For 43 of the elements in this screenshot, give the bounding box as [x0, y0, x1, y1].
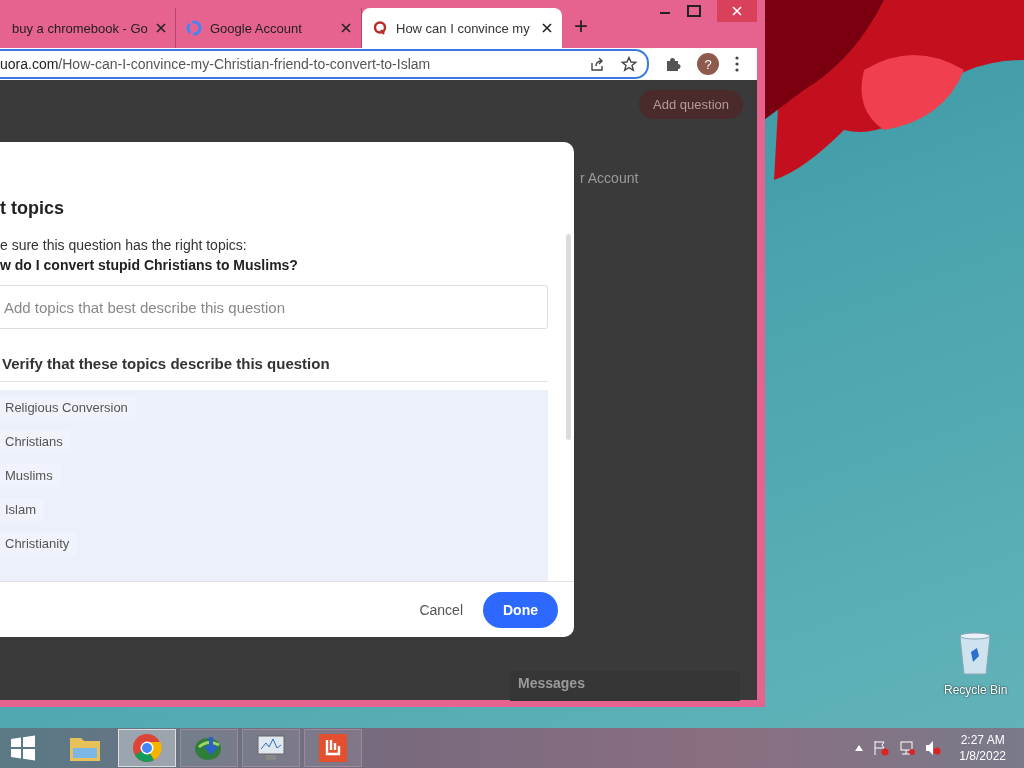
dialog-prompt: e sure this question has the right topics:	[0, 237, 248, 253]
puzzle-icon[interactable]	[665, 56, 681, 72]
maximize-icon[interactable]	[687, 5, 701, 17]
add-question-button[interactable]: Add question	[639, 90, 743, 119]
topic-chip[interactable]: Islam	[0, 498, 45, 521]
scrollbar[interactable]	[566, 234, 571, 440]
recycle-bin-icon[interactable]	[957, 632, 993, 676]
menu-icon[interactable]	[735, 56, 739, 72]
topic-input-field[interactable]: Add topics that best describe this question	[0, 285, 548, 329]
close-icon[interactable]	[542, 23, 552, 33]
close-icon	[732, 6, 742, 16]
clock-date[interactable]: 1/8/2022	[959, 748, 1006, 764]
done-button[interactable]: Done	[483, 591, 558, 628]
taskbar-app[interactable]	[180, 729, 238, 767]
quora-icon	[372, 20, 388, 36]
section-heading: Verify that these topics describe this question	[0, 329, 548, 382]
document-app-icon	[319, 734, 347, 762]
share-icon[interactable]	[589, 56, 605, 72]
topic-chip[interactable]: Religious Conversion	[0, 396, 136, 419]
clock-time[interactable]: 2:27 AM	[960, 732, 1005, 748]
windows-start-icon[interactable]	[10, 735, 36, 761]
new-tab-button[interactable]: +	[574, 12, 588, 40]
taskbar-app[interactable]	[242, 729, 300, 767]
question-text: w do I convert stupid Christians to Muslims?	[0, 257, 299, 273]
profile-avatar[interactable]: ?	[697, 53, 719, 75]
browser-tab[interactable]: How can I convince my	[362, 8, 562, 48]
star-icon[interactable]	[621, 56, 637, 72]
monitor-icon	[256, 734, 286, 762]
flag-icon[interactable]	[873, 740, 890, 756]
caret-up-icon[interactable]	[855, 745, 864, 751]
topic-chip[interactable]: Muslims	[0, 464, 61, 487]
chrome-icon	[132, 733, 162, 763]
topic-chip[interactable]: Christianity	[0, 532, 78, 555]
dialog-title: t topics	[0, 198, 65, 219]
network-icon[interactable]	[899, 740, 916, 756]
speaker-muted-icon[interactable]	[925, 740, 942, 756]
messages-bar[interactable]: Messages	[510, 671, 740, 701]
close-window-button[interactable]	[717, 0, 757, 22]
cancel-button[interactable]: Cancel	[419, 601, 463, 618]
taskbar-app[interactable]	[304, 729, 362, 767]
sidebar-heading: r Account	[580, 170, 639, 186]
topic-chip[interactable]: Christians	[0, 430, 71, 453]
address-bar[interactable]: uora.com/How-can-I-convince-my-Christian-friend-to-convert-to-Islam	[0, 49, 649, 79]
